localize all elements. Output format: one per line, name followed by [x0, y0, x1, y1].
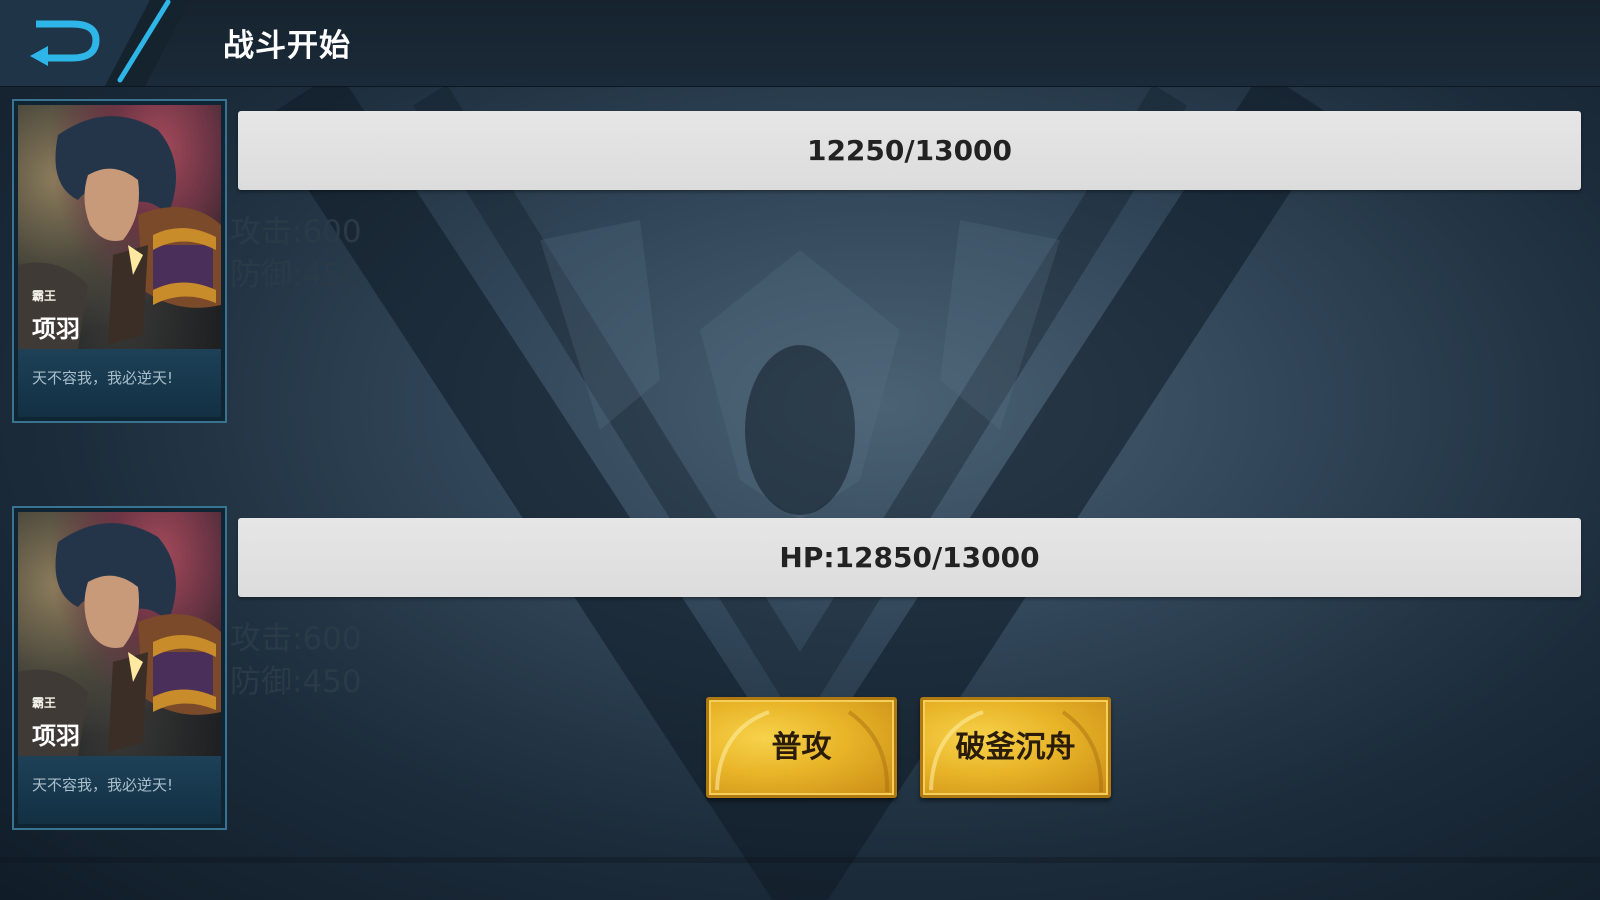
skill-button[interactable]: 破釜沉舟 — [920, 697, 1111, 798]
battle-screen: 战斗开始 霸王 项羽 天不容我，我必逆天! 12250/13000 攻击:600… — [0, 0, 1600, 900]
hp-bar-top: 12250/13000 — [238, 111, 1581, 190]
hero-card-top: 霸王 项羽 天不容我，我必逆天! — [12, 99, 227, 423]
hero-quote-panel: 天不容我，我必逆天! — [18, 756, 221, 824]
hero-quote-panel: 天不容我，我必逆天! — [18, 349, 221, 417]
hero-quote: 天不容我，我必逆天! — [32, 369, 174, 387]
defense-stat: 防御:450 — [230, 664, 362, 700]
back-button[interactable] — [0, 0, 190, 86]
defense-stat: 防御:450 — [230, 257, 362, 293]
hero-name: 项羽 — [32, 315, 80, 343]
hero-quote: 天不容我，我必逆天! — [32, 776, 174, 794]
hero-epithet: 霸王 — [32, 696, 57, 710]
normal-attack-button[interactable]: 普攻 — [706, 697, 897, 798]
hp-bar-bottom: HP:12850/13000 — [238, 518, 1581, 597]
normal-attack-label: 普攻 — [771, 730, 832, 765]
hero-card-bottom: 霸王 项羽 天不容我，我必逆天! — [12, 506, 227, 830]
top-bar: 战斗开始 — [0, 0, 1600, 87]
hero-name: 项羽 — [32, 722, 80, 750]
attack-stat: 攻击:600 — [230, 214, 362, 250]
hp-text: HP:12850/13000 — [779, 541, 1040, 574]
hero-portrait: 霸王 项羽 — [18, 105, 221, 349]
hero-epithet: 霸王 — [32, 289, 57, 303]
attack-stat: 攻击:600 — [230, 621, 362, 657]
page-title: 战斗开始 — [223, 28, 351, 64]
hero-portrait: 霸王 项羽 — [18, 512, 221, 756]
hp-text: 12250/13000 — [806, 134, 1013, 167]
skill-label: 破釜沉舟 — [955, 730, 1076, 765]
back-arrow-icon — [0, 0, 190, 86]
